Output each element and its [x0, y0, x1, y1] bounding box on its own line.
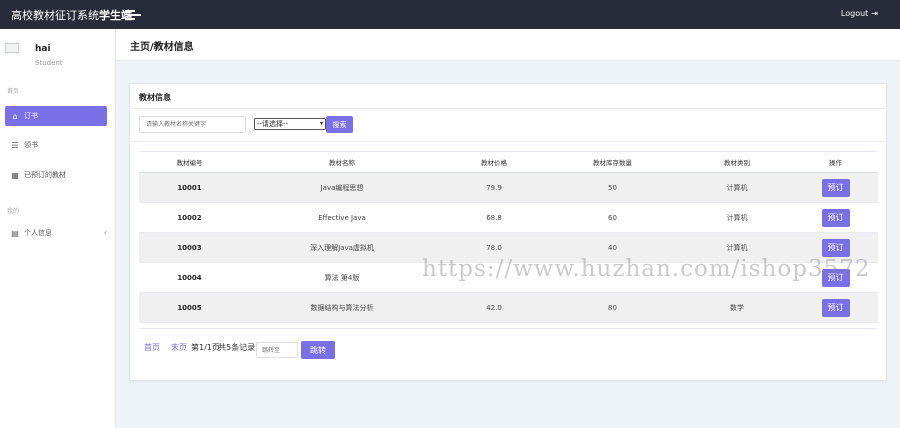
sidebar-item-receive-books[interactable]: ☰ 领书 [5, 135, 107, 155]
action-cell: 预订 [793, 178, 878, 197]
textbook-category: 计算机 [726, 213, 748, 222]
textbook-category: 数学 [730, 303, 744, 312]
sidebar-item-ordered-books[interactable]: ▦ 已预订的教材 [5, 165, 107, 185]
logout-button[interactable]: Logout ⇥ [841, 9, 878, 18]
textbook-price: 42.0 [486, 303, 502, 312]
column-header: 教材价格 [481, 159, 507, 167]
top-bar: 高校教材征订系统学生端 Logout ⇥ [0, 0, 900, 29]
column-header: 操作 [829, 159, 842, 167]
column-header: 教材类别 [724, 159, 750, 167]
textbook-card: 教材信息 --请选择-- ▾ 搜索 教材编号 教材名称 教材价格 教材库存数量 … [129, 83, 887, 381]
section-label-mine: 我的 [7, 208, 20, 215]
table-row: 10001 Java编程思想 79.9 50 计算机 预订 [139, 173, 878, 203]
user-name: hai [35, 44, 51, 54]
column-header: 教材名称 [329, 159, 355, 167]
textbook-code: 10002 [177, 213, 202, 222]
textbook-name: 深入理解Java虚拟机 [310, 243, 374, 252]
pager-record-info: 共5条记录 [218, 343, 256, 352]
sidebar-item-label: 订书 [24, 112, 38, 120]
jump-button[interactable]: 跳转 [301, 341, 335, 359]
textbook-price: 78.0 [486, 243, 502, 252]
sidebar: hai Student 首页 ⌂ 订书 ☰ 领书 ▦ 已预订的教材 我的 ▤ 个… [0, 29, 116, 428]
textbook-table: 教材编号 教材名称 教材价格 教材库存数量 教材类别 操作 10001 Java… [139, 151, 878, 323]
pager-page-info: 第1/1页 [191, 343, 220, 352]
divider [130, 141, 886, 142]
grid-icon: ▦ [11, 170, 19, 180]
order-button[interactable]: 预订 [821, 238, 850, 257]
action-cell: 预订 [793, 298, 878, 317]
action-cell: 预订 [793, 208, 878, 227]
table-row: 10004 算法 第4版 预订 [139, 263, 878, 293]
textbook-code: 10003 [177, 243, 202, 252]
card-title: 教材信息 [139, 93, 171, 102]
user-role: Student [35, 59, 63, 67]
table-row: 10003 深入理解Java虚拟机 78.0 40 计算机 预订 [139, 233, 878, 263]
sidebar-item-profile[interactable]: ▤ 个人信息 ‹ [5, 223, 107, 243]
table-row: 10005 数据结构与算法分析 42.0 80 数学 预订 [139, 293, 878, 323]
order-button[interactable]: 预订 [821, 178, 850, 197]
order-button[interactable]: 预订 [821, 298, 850, 317]
textbook-name: Effective Java [318, 213, 366, 222]
textbook-name: Java编程思想 [320, 183, 364, 192]
logout-label: Logout [840, 9, 869, 18]
textbook-code: 10001 [177, 183, 202, 192]
home-icon: ⌂ [12, 111, 18, 121]
app-title-prefix: 高校教材征订系统 [11, 9, 99, 22]
textbook-code: 10004 [177, 273, 202, 282]
textbook-stock: 40 [608, 243, 617, 252]
book-icon: ☰ [11, 140, 19, 150]
pager-first-link[interactable]: 首页 [144, 342, 160, 353]
action-cell: 预订 [793, 268, 878, 287]
search-input[interactable] [139, 116, 246, 133]
column-header: 教材库存数量 [593, 159, 632, 167]
chevron-left-icon: ‹ [103, 228, 107, 237]
search-button[interactable]: 搜索 [326, 116, 353, 133]
order-button[interactable]: 预订 [821, 268, 850, 287]
menu-toggle-icon[interactable] [125, 9, 141, 20]
profile-icon: ▤ [11, 228, 19, 238]
divider [130, 108, 886, 109]
textbook-name: 算法 第4版 [324, 273, 360, 282]
jump-page-input[interactable] [256, 342, 298, 358]
table-row: 10002 Effective Java 68.8 60 计算机 预订 [139, 203, 878, 233]
sidebar-item-label: 领书 [24, 141, 38, 149]
table-header: 教材编号 教材名称 教材价格 教材库存数量 教材类别 操作 [139, 151, 878, 173]
action-cell: 预订 [793, 238, 878, 257]
breadcrumb: 主页/教材信息 [130, 42, 194, 53]
divider [139, 328, 878, 329]
sidebar-item-order-books[interactable]: ⌂ 订书 [5, 106, 107, 126]
app-title: 高校教材征订系统学生端 [11, 7, 132, 23]
page-header: 主页/教材信息 [116, 29, 900, 61]
textbook-name: 数据结构与算法分析 [310, 303, 374, 312]
textbook-stock: 80 [608, 303, 617, 312]
chevron-down-icon: ▾ [319, 120, 323, 127]
pager-last-link[interactable]: 末页 [171, 342, 187, 353]
textbook-stock: 60 [608, 213, 617, 222]
category-select-value: --请选择-- [257, 120, 289, 128]
column-header: 教材编号 [176, 159, 203, 167]
textbook-price: 79.9 [486, 183, 502, 192]
category-select[interactable]: --请选择-- ▾ [254, 118, 326, 130]
section-label-home: 首页 [7, 88, 20, 95]
textbook-category: 计算机 [726, 243, 748, 252]
textbook-code: 10005 [177, 303, 202, 312]
sidebar-item-label: 已预订的教材 [24, 171, 66, 179]
sidebar-item-label: 个人信息 [24, 229, 52, 237]
textbook-category: 计算机 [726, 183, 748, 192]
order-button[interactable]: 预订 [821, 208, 850, 227]
logout-icon: ⇥ [871, 9, 878, 18]
textbook-price: 68.8 [486, 213, 502, 222]
textbook-stock: 50 [608, 183, 617, 192]
avatar [5, 43, 19, 53]
